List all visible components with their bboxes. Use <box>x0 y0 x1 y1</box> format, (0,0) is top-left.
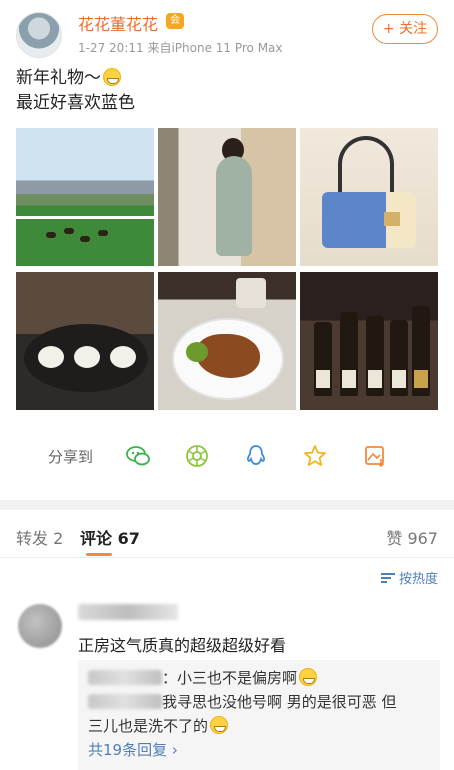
follow-button[interactable]: + 关注 <box>372 14 438 44</box>
horse <box>46 232 56 238</box>
handbag-photo[interactable] <box>300 128 438 266</box>
sort-icon <box>380 572 395 584</box>
reply-2: 我寻思也没他号啊 男的是很可恶 但 <box>88 690 430 714</box>
wine-bottle <box>390 320 408 396</box>
member-badge-icon: 会 <box>166 13 184 29</box>
post-text-line1: 新年礼物～ <box>16 68 101 88</box>
qq-icon[interactable] <box>241 441 271 471</box>
post-text: 新年礼物～ 最近好喜欢蓝色 <box>16 66 135 116</box>
commenter-avatar[interactable] <box>18 604 62 648</box>
replies-box[interactable]: ：小三也不是偏房啊 我寻思也没他号啊 男的是很可恶 但 三儿也是洗不了的 共19… <box>78 660 440 770</box>
reply-author-blurred <box>88 670 162 685</box>
tab-likes[interactable]: 赞 967 <box>386 525 438 549</box>
share-label: 分享到 <box>48 448 94 466</box>
post-header: 花花董花花 会 1-27 20:11 来自iPhone 11 Pro Max +… <box>0 0 454 62</box>
mouse-bun <box>110 346 136 368</box>
tab-repost[interactable]: 转发 2 <box>16 525 63 549</box>
wine-bottle <box>314 322 332 396</box>
champagne-bottle <box>412 306 430 396</box>
grin-emoji-icon <box>103 68 121 86</box>
mouse-bun <box>74 346 100 368</box>
person <box>216 156 252 256</box>
vegetable <box>186 342 208 362</box>
dish-photo[interactable] <box>158 272 296 410</box>
tab-comments[interactable]: 评论 67 <box>80 525 140 549</box>
wechat-icon[interactable] <box>123 441 153 471</box>
sort-by-hot-button[interactable]: 按热度 <box>380 568 438 587</box>
share-row: 分享到 <box>0 434 454 478</box>
horse <box>64 228 74 234</box>
section-divider <box>0 500 454 510</box>
active-tab-indicator <box>86 553 112 556</box>
save-image-icon[interactable] <box>360 441 390 471</box>
bag-clasp <box>384 212 400 226</box>
username[interactable]: 花花董花花 <box>78 11 158 35</box>
reply-author-blurred <box>88 694 162 709</box>
racecourse-photo[interactable] <box>16 128 154 266</box>
track-rail <box>16 216 154 219</box>
more-replies-link[interactable]: 共19条回复 › <box>88 738 430 762</box>
mouse-bun <box>38 346 64 368</box>
comment-item: 正房这气质真的超级超级好看 ：小三也不是偏房啊 我寻思也没他号啊 男的是很可恶 … <box>0 596 454 770</box>
reply-1: ：小三也不是偏房啊 <box>88 666 430 690</box>
moments-icon[interactable] <box>182 441 212 471</box>
grin-emoji-icon <box>210 716 229 734</box>
sort-label: 按热度 <box>398 572 438 587</box>
interaction-tabs: 转发 2 评论 67 赞 967 <box>0 510 454 558</box>
avatar[interactable] <box>16 12 62 58</box>
post-text-line2: 最近好喜欢蓝色 <box>16 93 135 113</box>
wine-photo[interactable] <box>300 272 438 410</box>
dessert-photo[interactable] <box>16 272 154 410</box>
post-meta: 1-27 20:11 来自iPhone 11 Pro Max <box>78 41 283 55</box>
sort-row: 按热度 <box>0 558 454 596</box>
laugh-emoji-icon <box>299 668 318 686</box>
commenter-name-blurred <box>78 604 178 620</box>
boutique-photo[interactable] <box>158 128 296 266</box>
tea-cup <box>236 278 266 308</box>
wine-bottle <box>340 312 358 396</box>
reply-2-continued: 三儿也是洗不了的 <box>88 714 430 738</box>
favorite-star-icon[interactable] <box>300 441 330 471</box>
horse <box>80 236 90 242</box>
wine-bottle <box>366 316 384 396</box>
horse <box>98 230 108 236</box>
comment-text: 正房这气质真的超级超级好看 <box>78 636 287 655</box>
